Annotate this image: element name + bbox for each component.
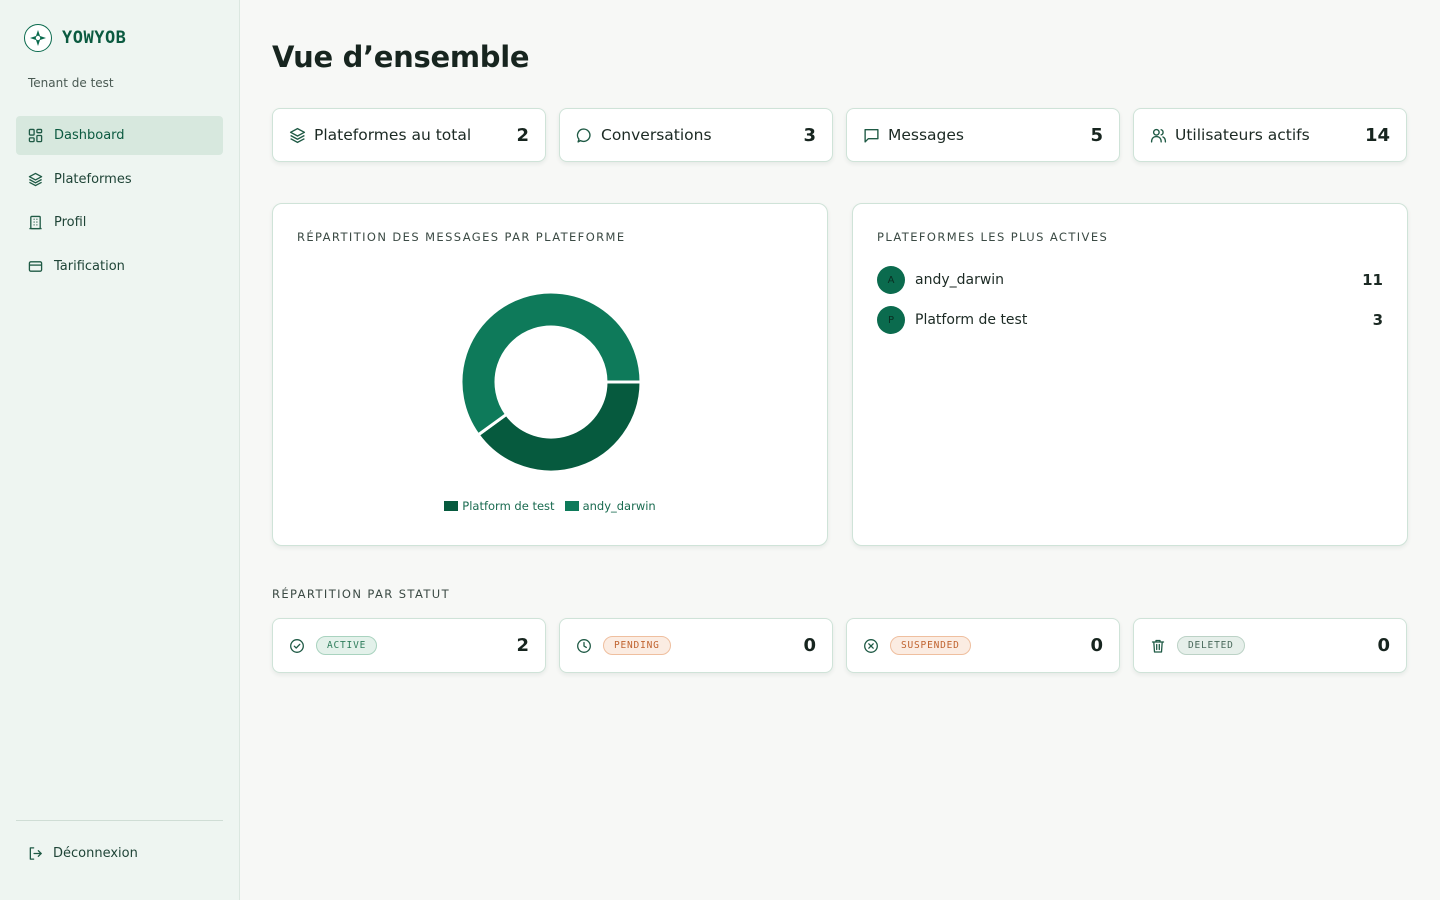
building-icon	[29, 215, 42, 230]
stat-label: Plateformes au total	[314, 126, 472, 144]
status-value: 2	[516, 635, 529, 656]
list-item[interactable]: P Platform de test 3	[877, 300, 1383, 340]
section-title: RÉPARTITION PAR STATUT	[272, 587, 451, 601]
platform-name: andy_darwin	[915, 272, 1005, 288]
layers-icon	[289, 127, 306, 143]
status-value: 0	[1377, 635, 1390, 656]
stat-value: 3	[803, 124, 816, 146]
stat-card-utilisateurs: Utilisateurs actifs 14	[1133, 108, 1407, 162]
legend-item[interactable]: Platform de test	[444, 499, 555, 513]
sidebar-item-plateformes[interactable]: Plateformes	[16, 160, 223, 199]
legend-swatch	[444, 501, 459, 511]
check-circle-icon	[290, 638, 304, 653]
stat-label: Messages	[888, 126, 965, 144]
status-value: 0	[803, 635, 816, 656]
x-circle-icon	[864, 638, 878, 653]
stat-card-messages: Messages 5	[846, 108, 1120, 162]
legend-swatch	[564, 501, 579, 511]
brand-name: YOWYOB	[62, 28, 127, 48]
tenant-name: Tenant de test	[28, 76, 114, 90]
stat-value: 5	[1090, 124, 1103, 146]
avatar: P	[877, 306, 905, 334]
platform-name: Platform de test	[915, 312, 1028, 328]
trash-icon	[1151, 639, 1165, 653]
avatar: A	[877, 266, 905, 294]
donut-chart	[459, 290, 643, 474]
status-card-active: ACTIVE 2	[272, 618, 546, 673]
legend-label: andy_darwin	[582, 499, 656, 513]
sidebar-item-label: Tarification	[54, 258, 125, 274]
dashboard-icon	[28, 128, 43, 143]
sidebar: YOWYOB Tenant de test Dashboard Platefor…	[0, 0, 240, 900]
sidebar-item-label: Profil	[54, 215, 87, 230]
most-active-platforms-panel: PLATEFORMES LES PLUS ACTIVES A andy_darw…	[852, 203, 1408, 546]
status-badge: PENDING	[603, 636, 671, 655]
sidebar-item-dashboard[interactable]: Dashboard	[16, 116, 223, 155]
credit-card-icon	[28, 260, 43, 272]
page-title: Vue d’ensemble	[272, 40, 530, 74]
sidebar-nav: Dashboard Plateformes Profil Tarificatio…	[16, 116, 223, 290]
logout-button[interactable]: Déconnexion	[28, 846, 138, 861]
stat-value: 2	[516, 124, 529, 146]
status-badge: SUSPENDED	[890, 636, 971, 655]
legend-item[interactable]: andy_darwin	[564, 499, 656, 513]
active-platforms-list: A andy_darwin 11 P Platform de test 3	[877, 260, 1383, 340]
sidebar-item-tarification[interactable]: Tarification	[16, 247, 223, 286]
logout-icon	[29, 847, 42, 860]
sidebar-item-profil[interactable]: Profil	[16, 203, 223, 242]
sidebar-item-label: Plateformes	[54, 171, 132, 187]
logout-label: Déconnexion	[53, 846, 138, 861]
status-card-deleted: DELETED 0	[1133, 618, 1407, 673]
users-icon	[1150, 128, 1167, 143]
stat-card-conversations: Conversations 3	[559, 108, 833, 162]
brand-logo-icon	[24, 24, 52, 52]
brand[interactable]: YOWYOB	[24, 24, 126, 52]
status-badge: ACTIVE	[316, 636, 378, 655]
platform-count: 11	[1362, 271, 1383, 289]
clock-icon	[577, 638, 591, 653]
panel-title: PLATEFORMES LES PLUS ACTIVES	[877, 230, 1109, 244]
list-item[interactable]: A andy_darwin 11	[877, 260, 1383, 300]
stat-label: Conversations	[601, 126, 712, 144]
stat-value: 14	[1364, 124, 1390, 146]
status-card-pending: PENDING 0	[559, 618, 833, 673]
status-badge: DELETED	[1177, 636, 1245, 655]
chart-legend: Platform de test andy_darwin	[273, 499, 827, 513]
messages-distribution-panel: RÉPARTITION DES MESSAGES PAR PLATEFORME …	[272, 203, 828, 546]
sidebar-divider	[16, 820, 223, 821]
stat-label: Utilisateurs actifs	[1175, 126, 1310, 144]
chat-bubble-icon	[576, 127, 591, 143]
status-card-suspended: SUSPENDED 0	[846, 618, 1120, 673]
donut-slice-platform-de-test[interactable]	[476, 380, 643, 474]
layers-icon	[28, 172, 43, 186]
message-square-icon	[864, 128, 879, 143]
legend-label: Platform de test	[462, 499, 555, 513]
platform-count: 3	[1372, 311, 1383, 329]
status-value: 0	[1090, 635, 1103, 656]
sidebar-item-label: Dashboard	[54, 128, 125, 143]
stat-card-plateformes: Plateformes au total 2	[272, 108, 546, 162]
